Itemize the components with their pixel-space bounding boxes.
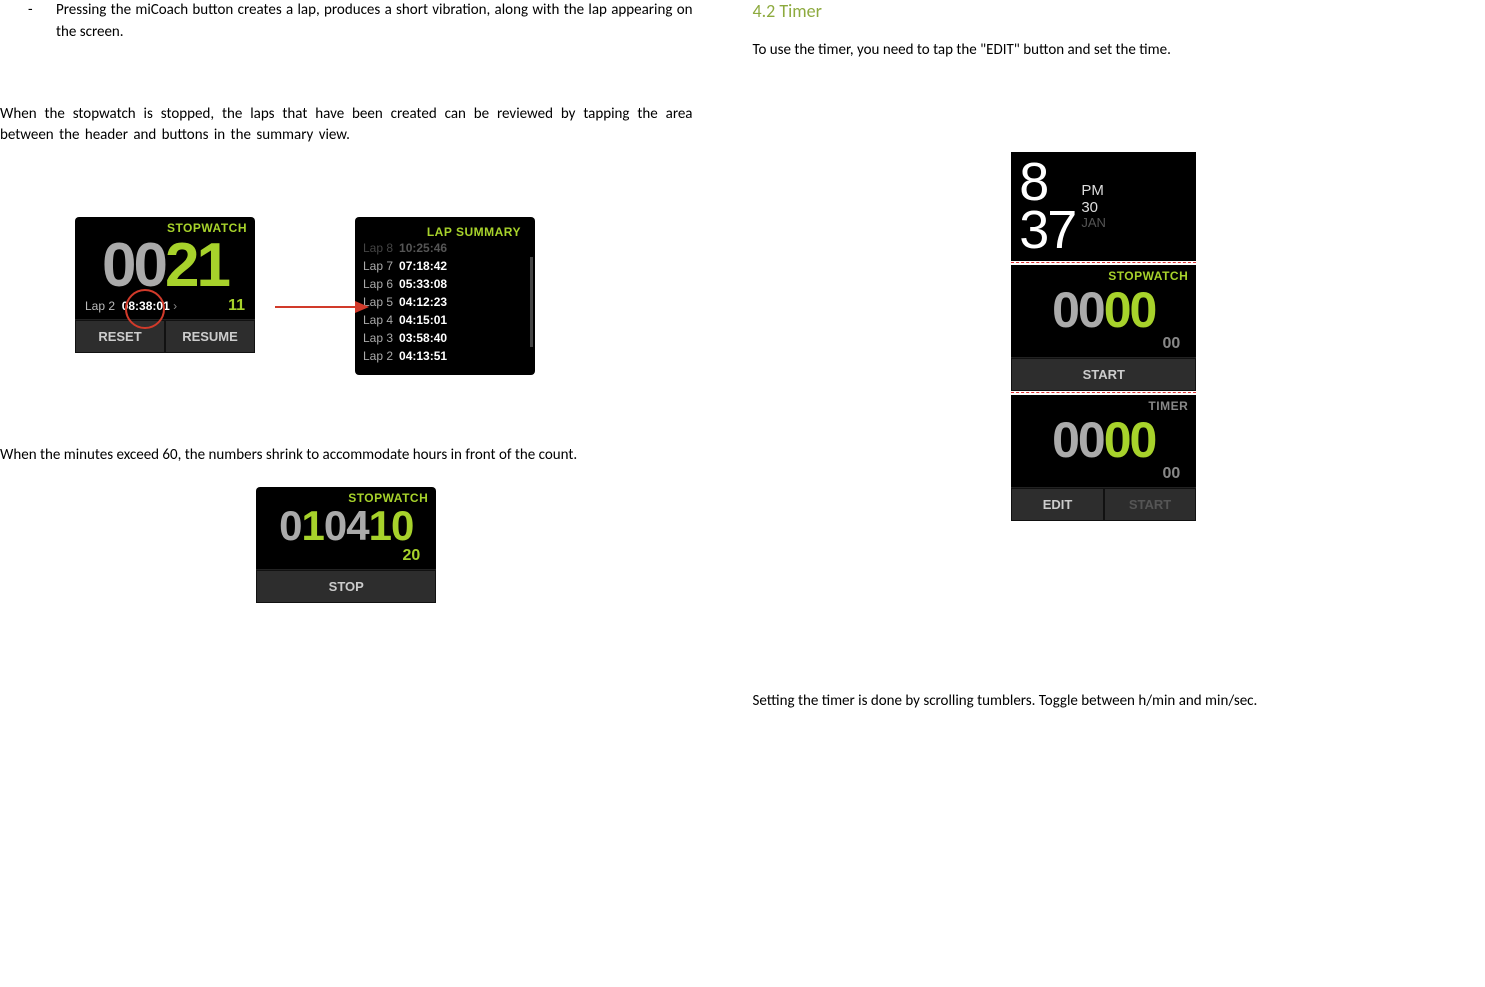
lap-row: Lap 605:33:08 <box>363 275 529 293</box>
lap-list[interactable]: Lap 810:25:46Lap 707:18:42Lap 605:33:08L… <box>363 239 529 365</box>
hours-paragraph: When the minutes exceed 60, the numbers … <box>0 445 693 467</box>
timer-sub-seconds: 00 <box>1162 465 1180 483</box>
separator-dashed-icon-2 <box>1011 392 1196 394</box>
timer-closing: Setting the timer is done by scrolling t… <box>753 691 1456 713</box>
clock-ampm: PM <box>1081 182 1106 199</box>
stopwatch-zero-digits: 0000 <box>1011 283 1196 335</box>
edit-button[interactable]: EDIT <box>1011 488 1104 521</box>
bullet-marker: - <box>28 0 38 44</box>
lap-summary-screen: LAP SUMMARY Lap 810:25:46Lap 707:18:42La… <box>355 217 535 375</box>
zero-sub-seconds: 00 <box>1162 335 1180 353</box>
lap-row: Lap 303:58:40 <box>363 329 529 347</box>
stopwatch-zero-sub: 00 <box>1011 335 1196 357</box>
bullet-text: Pressing the miCoach button creates a la… <box>56 0 693 44</box>
separator-dashed-icon <box>1011 262 1196 264</box>
lap-description: - Pressing the miCoach button creates a … <box>0 0 693 44</box>
hours-sub-row: 20 <box>256 547 436 569</box>
clock-time: 8 37 <box>1019 158 1075 255</box>
clock-day: 30 <box>1081 199 1106 216</box>
zero-accent: 00 <box>1104 282 1156 338</box>
clock-hours: 8 <box>1019 158 1075 207</box>
lap-row: Lap 504:12:23 <box>363 293 529 311</box>
clock-minutes: 37 <box>1019 206 1075 255</box>
digits-minutes-dim: 00 <box>102 231 165 300</box>
timer-dim: 00 <box>1052 412 1104 468</box>
hours-sub-seconds: 20 <box>402 547 420 565</box>
lap-summary-header: LAP SUMMARY <box>363 221 529 239</box>
timer-stack: 8 37 PM 30 JAN STOPWATCH 0000 00 START <box>1011 152 1196 521</box>
sub-seconds: 11 <box>228 297 245 315</box>
clock-month: JAN <box>1081 216 1106 231</box>
hours-dim1: 0 <box>279 502 301 549</box>
lap-row: Lap 204:13:51 <box>363 347 529 365</box>
review-paragraph: When the stopwatch is stopped, the laps … <box>0 104 693 148</box>
stopwatch-zero-header: STOPWATCH <box>1011 265 1196 283</box>
clock-date: PM 30 JAN <box>1075 158 1106 255</box>
lap-row: Lap 404:15:01 <box>363 311 529 329</box>
timer-intro: To use the timer, you need to tap the "E… <box>753 40 1456 62</box>
stopwatch-hours-screen: STOPWATCH 010410 20 STOP <box>256 487 436 603</box>
lap-label: Lap 2 08:38:01 › <box>85 299 177 313</box>
resume-button[interactable]: RESUME <box>165 320 255 353</box>
start-button[interactable]: START <box>1011 358 1196 391</box>
timer-accent: 00 <box>1104 412 1156 468</box>
timer-sub: 00 <box>1011 465 1196 487</box>
stopwatch-screen: STOPWATCH 0021 Lap 2 08:38:01 › 11 RESET… <box>75 217 255 353</box>
zero-dim: 00 <box>1052 282 1104 338</box>
timer-screen: TIMER 0000 00 EDIT START <box>1011 395 1196 521</box>
lap-row: Lap 707:18:42 <box>363 257 529 275</box>
lap-info-row[interactable]: Lap 2 08:38:01 › 11 <box>75 297 255 319</box>
lap-row: Lap 810:25:46 <box>363 239 529 257</box>
timer-digits: 0000 <box>1011 413 1196 465</box>
hours-dim2: 04 <box>324 502 369 549</box>
stopwatch-digits: 0021 <box>75 235 255 297</box>
stop-button[interactable]: STOP <box>256 570 436 603</box>
scrollbar[interactable] <box>530 257 533 347</box>
timer-start-button-disabled: START <box>1104 488 1197 521</box>
clock-screen: 8 37 PM 30 JAN <box>1011 152 1196 261</box>
reset-button[interactable]: RESET <box>75 320 165 353</box>
digits-minutes-accent: 21 <box>165 231 228 300</box>
hours-accent1: 1 <box>302 502 324 549</box>
stopwatch-figures: STOPWATCH 0021 Lap 2 08:38:01 › 11 RESET… <box>75 217 693 375</box>
section-4-2-title: 4.2 Timer <box>753 0 1456 22</box>
stopwatch-hours-digits: 010410 <box>256 505 436 547</box>
timer-header: TIMER <box>1011 395 1196 413</box>
stopwatch-zero-screen: STOPWATCH 0000 00 START <box>1011 265 1196 391</box>
hours-accent2: 10 <box>369 502 414 549</box>
